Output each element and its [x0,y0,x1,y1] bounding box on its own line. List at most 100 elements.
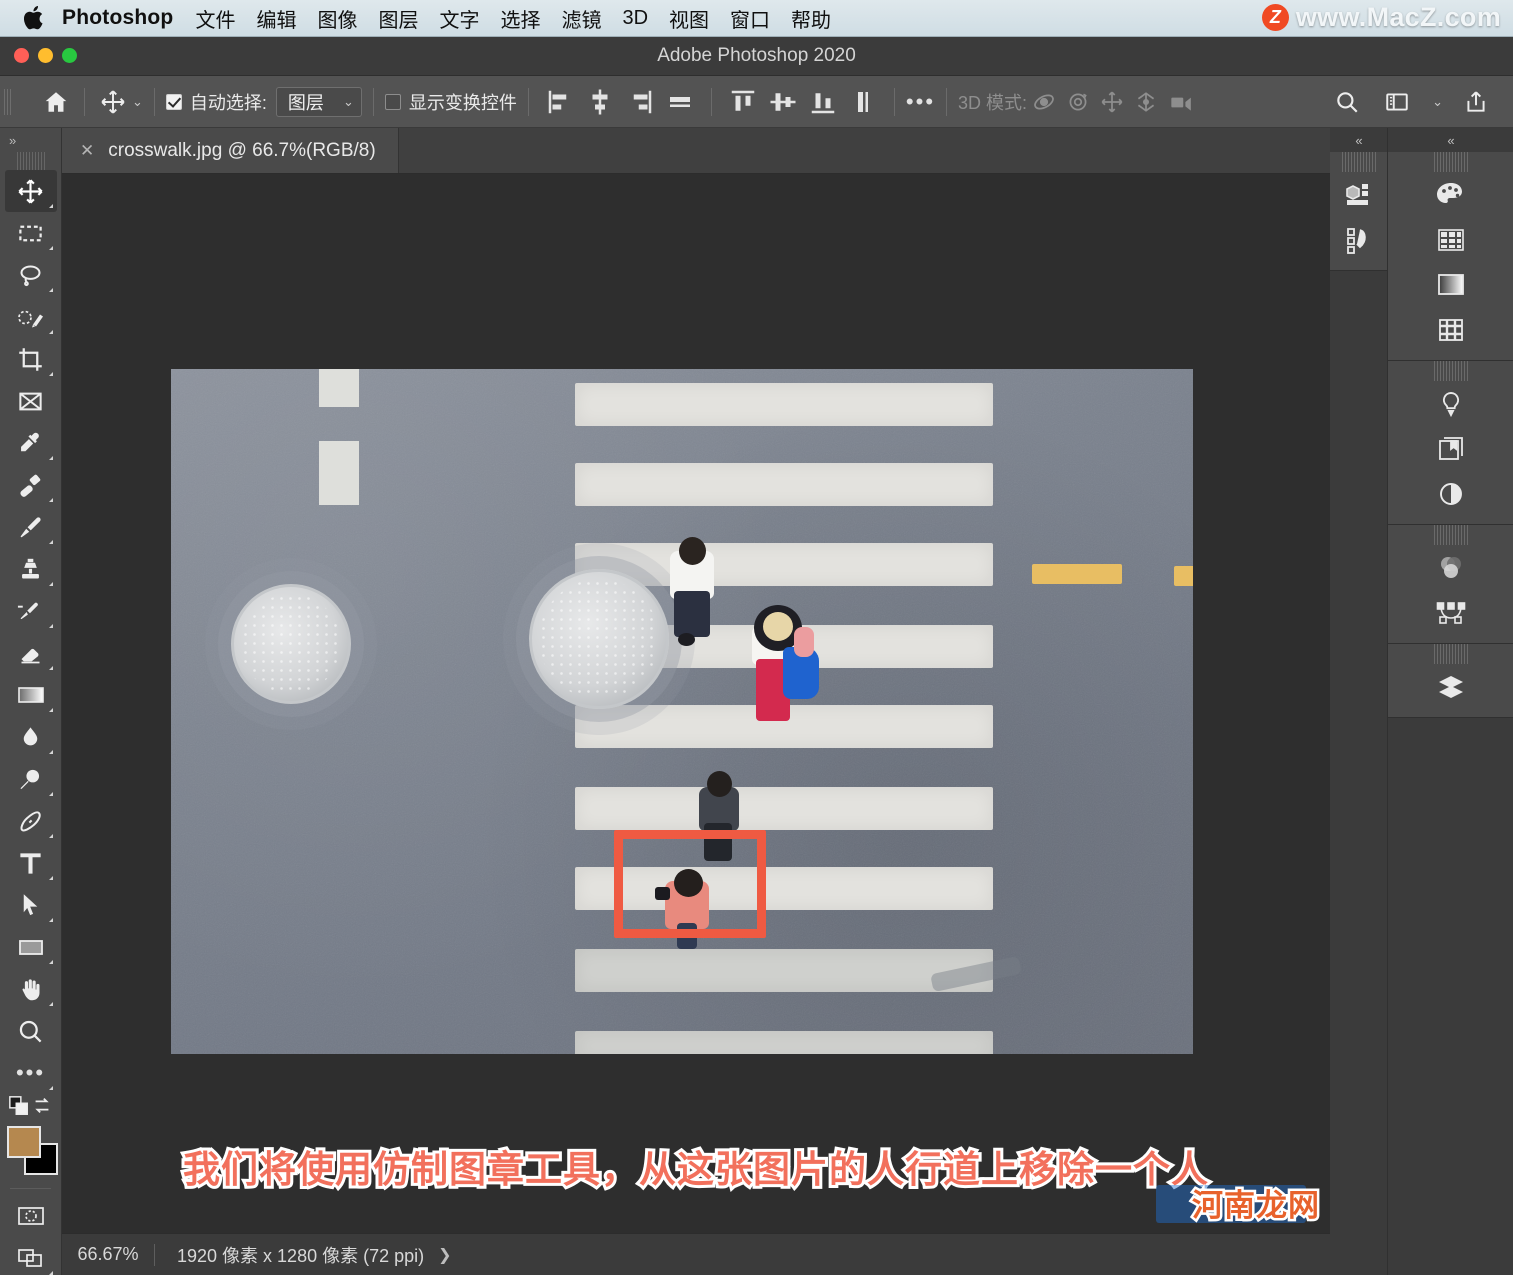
home-icon[interactable] [39,85,73,119]
rectangular-marquee-tool[interactable] [5,212,57,254]
layers-panel-icon[interactable] [1388,664,1513,709]
menu-type[interactable]: 文字 [439,4,479,33]
adjustments-panel-icon[interactable] [1388,381,1513,426]
dock-grip[interactable] [1433,525,1468,545]
selection-rectangle[interactable] [614,830,766,938]
eraser-tool[interactable] [5,632,57,674]
dock-collapse-b-icon[interactable]: « [1388,128,1513,152]
clone-stamp-tool[interactable] [5,548,57,590]
3d-panel-icon[interactable] [1330,172,1387,217]
swap-colors-icon[interactable] [31,1095,53,1122]
actions-panel-icon[interactable] [1330,217,1387,262]
share-icon[interactable] [1459,85,1493,119]
menu-file[interactable]: 文件 [195,4,235,33]
libraries-panel-icon[interactable] [1388,426,1513,471]
search-icon[interactable] [1330,85,1364,119]
dock-grip[interactable] [1433,644,1468,664]
gradient-tool[interactable] [5,674,57,716]
close-window-button[interactable] [14,48,29,63]
screen-mode-icon[interactable] [5,1237,57,1275]
menu-filter[interactable]: 滤镜 [561,4,601,33]
menu-window[interactable]: 窗口 [730,4,770,33]
apple-logo-icon[interactable] [22,3,48,33]
pen-tool[interactable] [5,800,57,842]
dock-grip[interactable] [1433,361,1468,381]
align-vertical-centers-icon[interactable] [768,87,798,117]
gradients-panel-icon[interactable] [1388,262,1513,307]
swatches-panel-icon[interactable] [1388,217,1513,262]
channels-panel-icon[interactable] [1388,545,1513,590]
tools-collapse-icon[interactable]: » [0,128,61,152]
close-icon[interactable]: ✕ [80,141,94,161]
align-bottom-edges-icon[interactable] [808,87,838,117]
path-selection-tool[interactable] [5,884,57,926]
distribute-vertical-icon[interactable] [848,87,878,117]
canvas-area[interactable]: 我们将使用仿制图章工具，从这张图片的人行道上移除一个人 河南龙网 [62,174,1330,1233]
move-tool[interactable] [4,170,57,212]
brush-tool[interactable] [5,506,57,548]
image-canvas[interactable] [171,369,1193,1054]
minimize-window-button[interactable] [38,48,53,63]
workspace-chevron-down-icon[interactable]: ⌄ [1432,94,1443,110]
maximize-window-button[interactable] [62,48,77,63]
tools-panel-grip[interactable] [16,152,45,170]
object-selection-tool[interactable] [5,296,57,338]
align-top-edges-icon[interactable] [728,87,758,117]
menu-help[interactable]: 帮助 [791,4,831,33]
status-expand-icon[interactable]: ❯ [438,1245,451,1265]
distribute-horizontal-icon[interactable] [665,87,695,117]
menu-image[interactable]: 图像 [317,4,357,33]
workspace-icon[interactable] [1380,85,1414,119]
options-divider [84,87,85,116]
patterns-panel-icon[interactable] [1388,307,1513,352]
menu-view[interactable]: 视图 [669,4,709,33]
align-right-edges-icon[interactable] [625,87,655,117]
menu-3d[interactable]: 3D [622,7,648,30]
pedestrian-shoe [678,633,695,646]
color-panel-icon[interactable] [1388,172,1513,217]
tool-group-corner-icon [48,498,53,502]
menu-app-name[interactable]: Photoshop [62,6,173,30]
window-title: Adobe Photoshop 2020 [657,45,856,66]
paths-panel-icon[interactable] [1388,590,1513,635]
zoom-level[interactable]: 66.67% [62,1244,154,1265]
hand-tool[interactable] [5,968,57,1010]
spot-healing-brush-tool[interactable] [5,464,57,506]
blur-tool[interactable] [5,716,57,758]
properties-panel-icon[interactable] [1388,471,1513,516]
menu-select[interactable]: 选择 [500,4,540,33]
quick-mask-icon[interactable] [5,1195,57,1237]
menu-edit[interactable]: 编辑 [256,4,296,33]
document-tab[interactable]: ✕ crosswalk.jpg @ 66.7%(RGB/8) [62,128,399,173]
show-transform-controls-checkbox[interactable] [384,93,401,110]
rectangle-tool[interactable] [5,926,57,968]
align-horizontal-centers-icon[interactable] [585,87,615,117]
dodge-tool[interactable] [5,758,57,800]
document-tab-bar: ✕ crosswalk.jpg @ 66.7%(RGB/8) [62,128,1330,174]
history-brush-tool[interactable] [5,590,57,632]
dock-collapse-a-icon[interactable]: « [1330,128,1387,152]
auto-select-checkbox[interactable] [165,93,182,110]
eyedropper-tool[interactable] [5,422,57,464]
dock-grip[interactable] [1433,152,1468,172]
auto-select-scope-dropdown[interactable]: 图层 ⌄ [275,86,362,117]
default-colors-icon[interactable] [8,1095,30,1122]
crop-tool[interactable] [5,338,57,380]
align-left-edges-icon[interactable] [545,87,575,117]
more-options-icon[interactable]: ••• [906,90,935,113]
dock-grip[interactable] [1341,152,1376,172]
menu-layer[interactable]: 图层 [378,4,418,33]
zoom-tool[interactable] [5,1010,57,1052]
move-tool-icon[interactable] [96,85,130,119]
frame-tool[interactable] [5,380,57,422]
options-bar-grip[interactable] [4,88,13,115]
type-tool[interactable] [5,842,57,884]
foreground-color-swatch[interactable] [6,1126,41,1158]
crosswalk-stripe-6 [575,787,993,830]
3d-orbit-icon [1027,85,1061,119]
tool-preset-chevron-down-icon[interactable]: ⌄ [132,94,143,110]
lasso-tool[interactable] [5,254,57,296]
edit-toolbar-tool[interactable]: ••• [5,1052,57,1094]
3d-camera-icon [1163,85,1197,119]
dock-group-color [1388,152,1513,361]
